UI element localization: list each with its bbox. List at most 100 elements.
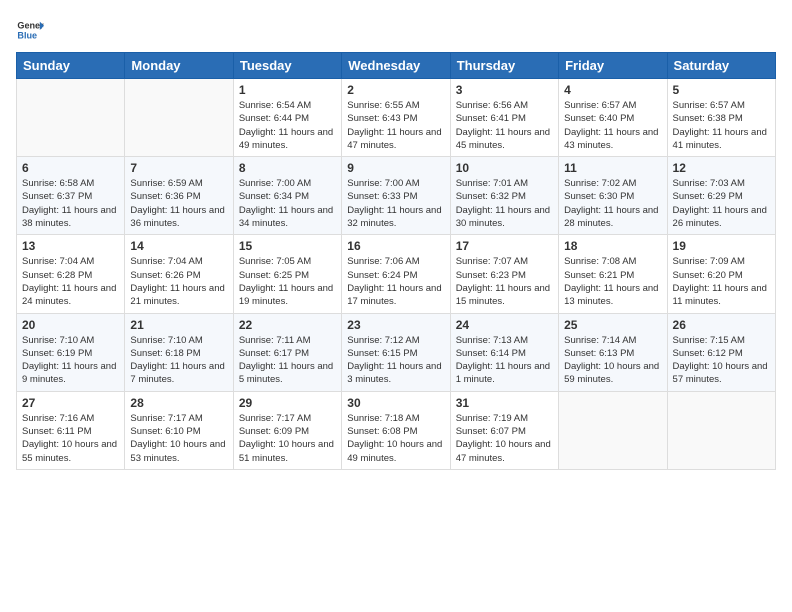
day-info: Sunrise: 7:16 AM Sunset: 6:11 PM Dayligh…: [22, 412, 119, 465]
calendar-day-cell: 31Sunrise: 7:19 AM Sunset: 6:07 PM Dayli…: [450, 391, 558, 469]
calendar-day-cell: 21 Sunrise: 7:10 AM Sunset: 6:18 PM Dayli…: [125, 313, 233, 391]
calendar-day-cell: 3Sunrise: 6:56 AM Sunset: 6:41 PM Daylig…: [450, 79, 558, 157]
calendar-day-cell: 28 Sunrise: 7:17 AM Sunset: 6:10 PM Dayli…: [125, 391, 233, 469]
day-info: Sunrise: 7:00 AM Sunset: 6:33 PM Dayligh…: [347, 177, 444, 230]
calendar-day-cell: 7Sunrise: 6:59 AM Sunset: 6:36 PM Daylig…: [125, 157, 233, 235]
calendar-day-cell: 10Sunrise: 7:01 AM Sunset: 6:32 PM Dayli…: [450, 157, 558, 235]
day-number: 20: [22, 318, 119, 332]
calendar-week-row: 27 Sunrise: 7:16 AM Sunset: 6:11 PM Dayli…: [17, 391, 776, 469]
day-info: Sunrise: 7:07 AM Sunset: 6:23 PM Dayligh…: [456, 255, 553, 308]
day-number: 1: [239, 83, 336, 97]
calendar-day-cell: 13 Sunrise: 7:04 AM Sunset: 6:28 PM Dayli…: [17, 235, 125, 313]
day-number: 11: [564, 161, 661, 175]
calendar-day-cell: 9 Sunrise: 7:00 AM Sunset: 6:33 PM Daylig…: [342, 157, 450, 235]
calendar-day-cell: 4 Sunrise: 6:57 AM Sunset: 6:40 PM Daylig…: [559, 79, 667, 157]
calendar-day-cell: 19Sunrise: 7:09 AM Sunset: 6:20 PM Dayli…: [667, 235, 775, 313]
day-number: 13: [22, 239, 119, 253]
day-number: 23: [347, 318, 444, 332]
day-number: 21: [130, 318, 227, 332]
weekday-header: Monday: [125, 53, 233, 79]
day-number: 8: [239, 161, 336, 175]
calendar-day-cell: 2 Sunrise: 6:55 AM Sunset: 6:43 PM Daylig…: [342, 79, 450, 157]
calendar-day-cell: 30Sunrise: 7:18 AM Sunset: 6:08 PM Dayli…: [342, 391, 450, 469]
calendar-day-cell: 5 Sunrise: 6:57 AM Sunset: 6:38 PM Daylig…: [667, 79, 775, 157]
weekday-header: Sunday: [17, 53, 125, 79]
day-number: 2: [347, 83, 444, 97]
weekday-header: Thursday: [450, 53, 558, 79]
day-number: 4: [564, 83, 661, 97]
day-info: Sunrise: 6:59 AM Sunset: 6:36 PM Dayligh…: [130, 177, 227, 230]
day-info: Sunrise: 7:04 AM Sunset: 6:26 PM Dayligh…: [130, 255, 227, 308]
day-number: 9: [347, 161, 444, 175]
calendar-day-cell: 11 Sunrise: 7:02 AM Sunset: 6:30 PM Dayli…: [559, 157, 667, 235]
day-number: 17: [456, 239, 553, 253]
day-info: Sunrise: 7:18 AM Sunset: 6:08 PM Dayligh…: [347, 412, 444, 465]
weekday-header: Wednesday: [342, 53, 450, 79]
calendar-day-cell: 15 Sunrise: 7:05 AM Sunset: 6:25 PM Dayli…: [233, 235, 341, 313]
day-info: Sunrise: 7:09 AM Sunset: 6:20 PM Dayligh…: [673, 255, 770, 308]
day-info: Sunrise: 7:17 AM Sunset: 6:09 PM Dayligh…: [239, 412, 336, 465]
day-info: Sunrise: 7:12 AM Sunset: 6:15 PM Dayligh…: [347, 334, 444, 387]
day-info: Sunrise: 6:57 AM Sunset: 6:38 PM Dayligh…: [673, 99, 770, 152]
day-info: Sunrise: 7:02 AM Sunset: 6:30 PM Dayligh…: [564, 177, 661, 230]
day-info: Sunrise: 7:04 AM Sunset: 6:28 PM Dayligh…: [22, 255, 119, 308]
page-header: General Blue: [16, 16, 776, 44]
day-info: Sunrise: 7:06 AM Sunset: 6:24 PM Dayligh…: [347, 255, 444, 308]
calendar-day-cell: 1 Sunrise: 6:54 AM Sunset: 6:44 PM Daylig…: [233, 79, 341, 157]
calendar-day-cell: 29 Sunrise: 7:17 AM Sunset: 6:09 PM Dayli…: [233, 391, 341, 469]
day-number: 5: [673, 83, 770, 97]
calendar-day-cell: [125, 79, 233, 157]
calendar-day-cell: 16 Sunrise: 7:06 AM Sunset: 6:24 PM Dayli…: [342, 235, 450, 313]
day-info: Sunrise: 7:03 AM Sunset: 6:29 PM Dayligh…: [673, 177, 770, 230]
calendar-day-cell: 17 Sunrise: 7:07 AM Sunset: 6:23 PM Dayli…: [450, 235, 558, 313]
day-number: 22: [239, 318, 336, 332]
day-info: Sunrise: 7:00 AM Sunset: 6:34 PM Dayligh…: [239, 177, 336, 230]
calendar-day-cell: 12 Sunrise: 7:03 AM Sunset: 6:29 PM Dayli…: [667, 157, 775, 235]
calendar-week-row: 20 Sunrise: 7:10 AM Sunset: 6:19 PM Dayli…: [17, 313, 776, 391]
calendar-week-row: 13 Sunrise: 7:04 AM Sunset: 6:28 PM Dayli…: [17, 235, 776, 313]
calendar-day-cell: 20 Sunrise: 7:10 AM Sunset: 6:19 PM Dayli…: [17, 313, 125, 391]
day-number: 15: [239, 239, 336, 253]
calendar-day-cell: 26 Sunrise: 7:15 AM Sunset: 6:12 PM Dayli…: [667, 313, 775, 391]
svg-text:Blue: Blue: [17, 30, 37, 40]
calendar-table: SundayMondayTuesdayWednesdayThursdayFrid…: [16, 52, 776, 470]
day-number: 26: [673, 318, 770, 332]
weekday-header: Tuesday: [233, 53, 341, 79]
logo-icon: General Blue: [16, 16, 44, 44]
calendar-day-cell: 22 Sunrise: 7:11 AM Sunset: 6:17 PM Dayli…: [233, 313, 341, 391]
calendar-day-cell: 8 Sunrise: 7:00 AM Sunset: 6:34 PM Daylig…: [233, 157, 341, 235]
day-number: 12: [673, 161, 770, 175]
day-info: Sunrise: 7:11 AM Sunset: 6:17 PM Dayligh…: [239, 334, 336, 387]
day-number: 29: [239, 396, 336, 410]
calendar-week-row: 6Sunrise: 6:58 AM Sunset: 6:37 PM Daylig…: [17, 157, 776, 235]
weekday-header: Saturday: [667, 53, 775, 79]
day-info: Sunrise: 6:58 AM Sunset: 6:37 PM Dayligh…: [22, 177, 119, 230]
day-number: 27: [22, 396, 119, 410]
calendar-day-cell: 18 Sunrise: 7:08 AM Sunset: 6:21 PM Dayli…: [559, 235, 667, 313]
day-info: Sunrise: 7:10 AM Sunset: 6:18 PM Dayligh…: [130, 334, 227, 387]
calendar-day-cell: [559, 391, 667, 469]
calendar-day-cell: 27 Sunrise: 7:16 AM Sunset: 6:11 PM Dayli…: [17, 391, 125, 469]
day-number: 18: [564, 239, 661, 253]
day-number: 28: [130, 396, 227, 410]
day-info: Sunrise: 6:55 AM Sunset: 6:43 PM Dayligh…: [347, 99, 444, 152]
day-info: Sunrise: 7:05 AM Sunset: 6:25 PM Dayligh…: [239, 255, 336, 308]
day-info: Sunrise: 7:17 AM Sunset: 6:10 PM Dayligh…: [130, 412, 227, 465]
day-number: 25: [564, 318, 661, 332]
day-info: Sunrise: 7:10 AM Sunset: 6:19 PM Dayligh…: [22, 334, 119, 387]
day-info: Sunrise: 6:54 AM Sunset: 6:44 PM Dayligh…: [239, 99, 336, 152]
day-info: Sunrise: 7:08 AM Sunset: 6:21 PM Dayligh…: [564, 255, 661, 308]
day-number: 3: [456, 83, 553, 97]
day-info: Sunrise: 7:13 AM Sunset: 6:14 PM Dayligh…: [456, 334, 553, 387]
calendar-week-row: 1 Sunrise: 6:54 AM Sunset: 6:44 PM Daylig…: [17, 79, 776, 157]
calendar-day-cell: 14Sunrise: 7:04 AM Sunset: 6:26 PM Dayli…: [125, 235, 233, 313]
calendar-day-cell: [17, 79, 125, 157]
day-info: Sunrise: 7:14 AM Sunset: 6:13 PM Dayligh…: [564, 334, 661, 387]
day-info: Sunrise: 7:15 AM Sunset: 6:12 PM Dayligh…: [673, 334, 770, 387]
day-number: 16: [347, 239, 444, 253]
day-info: Sunrise: 6:57 AM Sunset: 6:40 PM Dayligh…: [564, 99, 661, 152]
logo: General Blue: [16, 16, 48, 44]
day-number: 24: [456, 318, 553, 332]
calendar-header-row: SundayMondayTuesdayWednesdayThursdayFrid…: [17, 53, 776, 79]
weekday-header: Friday: [559, 53, 667, 79]
